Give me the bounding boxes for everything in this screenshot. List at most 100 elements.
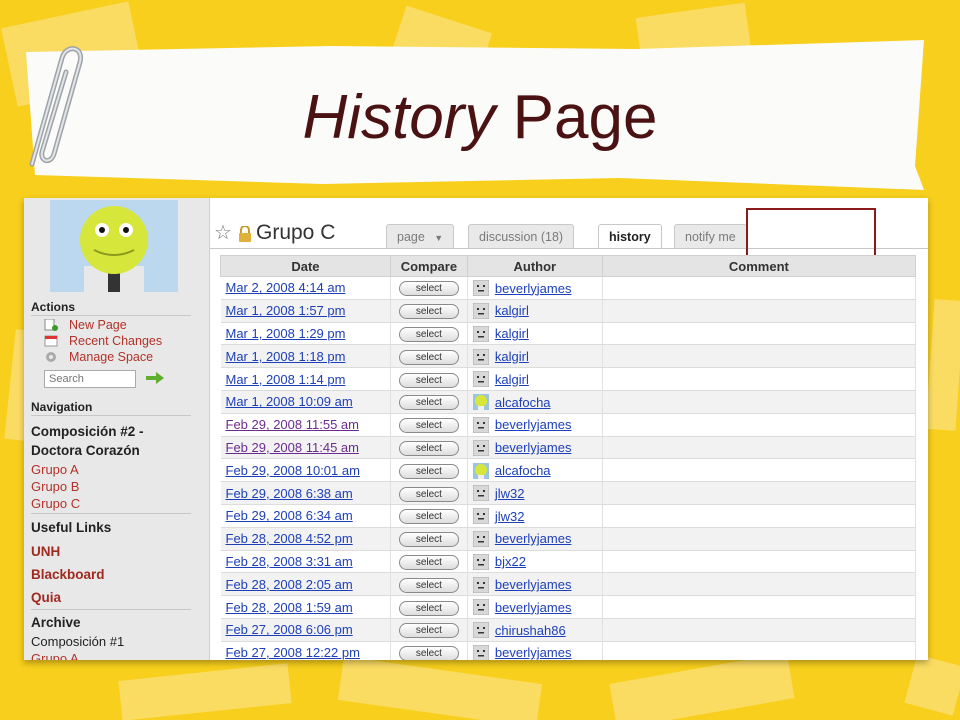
revision-date-link[interactable]: Feb 28, 2008 3:31 am	[226, 554, 353, 569]
table-row: Feb 29, 2008 6:38 am select jlw32	[220, 481, 917, 505]
revision-date-link[interactable]: Mar 2, 2008 4:14 am	[226, 280, 346, 295]
author-link[interactable]: beverlyjames	[495, 440, 572, 455]
revision-date-link[interactable]: Feb 27, 2008 12:22 pm	[226, 645, 360, 660]
comment-cell	[602, 413, 917, 437]
user-photo-icon	[472, 462, 489, 479]
search-input[interactable]	[44, 370, 136, 388]
new-page-icon	[44, 319, 58, 331]
comment-cell	[602, 618, 917, 642]
action-new-page[interactable]: New Page	[69, 318, 127, 332]
archive-grupo-a[interactable]: Grupo A	[31, 651, 79, 660]
date-cell: Mar 1, 2008 1:57 pm	[220, 299, 391, 323]
archive-composicion-1[interactable]: Composición #1	[31, 634, 124, 649]
date-cell: Mar 2, 2008 4:14 am	[220, 276, 391, 300]
action-manage-space[interactable]: Manage Space	[69, 350, 153, 364]
author-link[interactable]: beverlyjames	[495, 600, 572, 615]
tab-page[interactable]: page ▼	[386, 224, 455, 248]
revision-date-link[interactable]: Feb 29, 2008 6:34 am	[226, 508, 353, 523]
default-avatar-icon	[472, 371, 489, 388]
col-header-date: Date	[220, 255, 391, 277]
nav-grupo-a[interactable]: Grupo A	[31, 462, 79, 477]
compare-cell: select	[390, 413, 468, 437]
link-unh[interactable]: UNH	[31, 544, 60, 559]
divider	[31, 513, 191, 514]
col-header-comment: Comment	[601, 255, 917, 277]
author-link[interactable]: beverlyjames	[495, 645, 572, 660]
col-header-compare: Compare	[389, 255, 468, 277]
revision-date-link[interactable]: Mar 1, 2008 1:18 pm	[226, 349, 346, 364]
revision-date-link[interactable]: Mar 1, 2008 1:57 pm	[226, 303, 346, 318]
select-button[interactable]: select	[398, 395, 459, 411]
compare-cell: select	[390, 458, 468, 483]
author-link[interactable]: jlw32	[495, 486, 525, 501]
revision-date-link[interactable]: Feb 29, 2008 6:38 am	[226, 486, 353, 501]
revision-date-link[interactable]: Mar 1, 2008 10:09 am	[226, 394, 353, 409]
select-button[interactable]: select	[398, 281, 459, 297]
link-quia[interactable]: Quia	[31, 590, 61, 605]
action-recent-changes[interactable]: Recent Changes	[69, 334, 162, 348]
nav-grupo-c[interactable]: Grupo C	[31, 496, 80, 511]
revision-date-link[interactable]: Feb 29, 2008 10:01 am	[226, 463, 360, 478]
col-header-author: Author	[466, 255, 603, 277]
compare-cell: select	[390, 276, 468, 300]
author-cell: beverlyjames	[467, 572, 603, 597]
author-link[interactable]: kalgirl	[495, 349, 529, 364]
select-button[interactable]: select	[398, 372, 459, 388]
compare-cell: select	[390, 322, 468, 346]
revision-date-link[interactable]: Feb 28, 2008 1:59 am	[226, 600, 353, 615]
nav-page-title-line2[interactable]: Doctora Corazón	[31, 443, 140, 458]
revision-date-link[interactable]: Feb 27, 2008 6:06 pm	[226, 622, 353, 637]
author-cell: beverlyjames	[467, 641, 603, 660]
author-link[interactable]: kalgirl	[495, 372, 529, 387]
select-button[interactable]: select	[398, 646, 459, 660]
author-cell: chirushah86	[467, 618, 603, 642]
select-button[interactable]: select	[398, 623, 459, 639]
revision-date-link[interactable]: Feb 29, 2008 11:45 am	[226, 440, 359, 455]
author-link[interactable]: chirushah86	[495, 623, 566, 638]
link-blackboard[interactable]: Blackboard	[31, 567, 105, 582]
select-button[interactable]: select	[398, 509, 459, 525]
select-button[interactable]: select	[398, 486, 459, 502]
select-button[interactable]: select	[398, 440, 459, 456]
wiki-screenshot: Actions New Page Recent Changes Manage S…	[24, 198, 928, 660]
tab-history[interactable]: history	[598, 224, 662, 249]
compare-cell: select	[390, 299, 468, 323]
select-button[interactable]: select	[398, 532, 459, 548]
page-title: Grupo C	[256, 221, 336, 244]
useful-links-heading: Useful Links	[31, 520, 112, 535]
revision-date-link[interactable]: Mar 1, 2008 1:29 pm	[226, 326, 346, 341]
revision-date-link[interactable]: Feb 28, 2008 4:52 pm	[226, 531, 353, 546]
comment-cell	[602, 322, 917, 346]
select-button[interactable]: select	[398, 418, 459, 434]
author-link[interactable]: beverlyjames	[495, 281, 572, 296]
author-link[interactable]: beverlyjames	[495, 577, 572, 592]
revision-date-link[interactable]: Feb 28, 2008 2:05 am	[226, 577, 353, 592]
author-link[interactable]: jlw32	[495, 509, 525, 524]
default-avatar-icon	[472, 302, 489, 319]
select-button[interactable]: select	[398, 577, 459, 593]
author-link[interactable]: alcafocha	[495, 463, 551, 478]
tab-notify-me[interactable]: notify me	[674, 224, 747, 248]
select-button[interactable]: select	[398, 600, 459, 616]
author-link[interactable]: beverlyjames	[495, 531, 572, 546]
author-link[interactable]: beverlyjames	[495, 417, 572, 432]
author-link[interactable]: kalgirl	[495, 303, 529, 318]
star-icon[interactable]: ☆	[214, 222, 232, 244]
revision-date-link[interactable]: Feb 29, 2008 11:55 am	[226, 417, 359, 432]
nav-grupo-b[interactable]: Grupo B	[31, 479, 79, 494]
select-button[interactable]: select	[398, 463, 459, 479]
author-link[interactable]: bjx22	[495, 554, 526, 569]
author-link[interactable]: alcafocha	[495, 395, 551, 410]
table-row: Feb 28, 2008 2:05 am select beverlyjames	[220, 572, 917, 597]
select-button[interactable]: select	[398, 554, 459, 570]
search-go-arrow-icon[interactable]	[146, 372, 164, 384]
select-button[interactable]: select	[398, 349, 459, 365]
select-button[interactable]: select	[398, 326, 459, 342]
author-link[interactable]: kalgirl	[495, 326, 529, 341]
revision-date-link[interactable]: Mar 1, 2008 1:14 pm	[226, 372, 346, 387]
compare-cell: select	[390, 641, 468, 660]
table-row: Feb 29, 2008 11:45 am select beverlyjames	[220, 436, 917, 460]
select-button[interactable]: select	[398, 304, 459, 320]
tab-discussion[interactable]: discussion (18)	[468, 224, 575, 248]
nav-page-title-line1[interactable]: Composición #2 -	[31, 424, 144, 439]
